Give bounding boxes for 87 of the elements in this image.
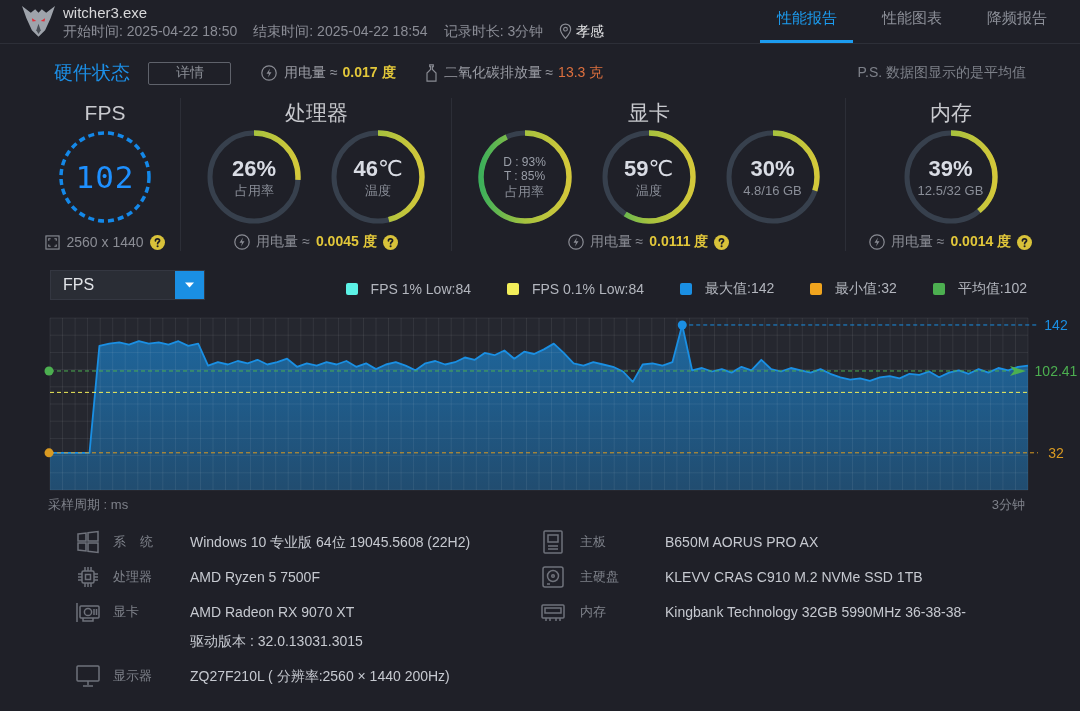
gauge-value: 30% bbox=[750, 155, 795, 182]
location-pin-icon bbox=[559, 22, 573, 40]
spec-label: 显示器 bbox=[113, 667, 153, 685]
gauge-caption: 4.8/16 GB bbox=[743, 181, 802, 199]
section-title: FPS bbox=[84, 100, 126, 126]
metric-dropdown[interactable]: FPS bbox=[50, 270, 205, 300]
gauge-caption: 温度 bbox=[365, 181, 391, 199]
legend-label: FPS 1% Low:84 bbox=[370, 281, 471, 297]
tab[interactable]: 降频报告 bbox=[970, 0, 1063, 43]
window-grid-icon bbox=[75, 529, 101, 555]
gauge-value: 59℃ bbox=[623, 155, 674, 182]
lightning-circle-icon bbox=[567, 234, 584, 250]
monitor-icon bbox=[75, 663, 101, 689]
bottle-icon bbox=[425, 64, 437, 82]
legend-label: 平均值:102 bbox=[957, 280, 1027, 298]
details-button[interactable]: 详情 bbox=[148, 61, 231, 85]
gauge-caption: 占用率 bbox=[234, 181, 274, 199]
help-icon[interactable] bbox=[149, 234, 165, 250]
fps-value: 102 bbox=[75, 160, 135, 194]
meta-text: 记录时长: 3分钟 bbox=[443, 21, 544, 41]
gauge-value: 39% bbox=[928, 155, 973, 182]
resolution-text: 2560 x 1440 bbox=[66, 234, 144, 250]
stat-value: 0.017 度 bbox=[342, 64, 396, 82]
spec-value: B650M AORUS PRO AX bbox=[665, 533, 819, 552]
power-value: 0.0014 度 bbox=[950, 233, 1012, 251]
spec-label: 处理器 bbox=[113, 568, 153, 586]
circuit-board-icon bbox=[540, 529, 566, 555]
power-value: 0.0111 度 bbox=[649, 233, 709, 251]
section-title: 内存 bbox=[929, 100, 972, 126]
screen-frame-icon bbox=[45, 234, 61, 250]
spec-value: Kingbank Technology 32GB 5990MHz 36-38-38- bbox=[665, 603, 966, 622]
marker-dot-icon bbox=[44, 366, 54, 376]
legend-label: 最大值:142 bbox=[705, 280, 775, 298]
gauge-value: 26% bbox=[231, 155, 276, 182]
legend-label: FPS 0.1% Low:84 bbox=[531, 281, 645, 297]
y-tick-label: 142 bbox=[1044, 316, 1068, 333]
lightning-circle-icon bbox=[868, 234, 885, 250]
section-title: 显卡 bbox=[627, 100, 670, 126]
wolf-head-icon bbox=[22, 5, 55, 38]
spec-value: 驱动版本 : 32.0.13031.3015 bbox=[190, 632, 363, 651]
meta-text: 结束时间: 2025-04-22 18:54 bbox=[253, 21, 428, 41]
tab[interactable]: 性能报告 bbox=[760, 0, 853, 43]
location-text: 孝感 bbox=[576, 21, 605, 41]
caret-down-icon bbox=[175, 271, 204, 299]
gauge-caption: 温度 bbox=[635, 181, 662, 199]
spec-value: AMD Radeon RX 9070 XT bbox=[190, 603, 356, 622]
power-value: 0.0045 度 bbox=[315, 233, 377, 251]
help-icon[interactable] bbox=[382, 234, 398, 250]
stat-label: 用电量 ≈ bbox=[284, 64, 338, 82]
note-text: P.S. 数据图显示的是平均值 bbox=[857, 64, 1026, 82]
spec-label: 主硬盘 bbox=[580, 568, 620, 586]
arrowhead-icon bbox=[1010, 366, 1026, 376]
section-title: 处理器 bbox=[284, 100, 348, 126]
section-heading: 硬件状态 bbox=[54, 61, 130, 85]
spec-value: KLEVV CRAS C910 M.2 NVMe SSD 1TB bbox=[665, 568, 923, 587]
spec-label: 主板 bbox=[580, 533, 607, 551]
gauge-line: T : 85% bbox=[503, 168, 546, 183]
y-tick-label: 32 bbox=[1048, 444, 1064, 461]
spec-label: 系 统 bbox=[113, 533, 154, 551]
power-label: 用电量 ≈ bbox=[890, 233, 945, 251]
marker-dot-icon bbox=[677, 320, 687, 330]
gauge-value: 46℃ bbox=[353, 155, 403, 182]
tab[interactable]: 性能图表 bbox=[865, 0, 958, 43]
y-tick-label: 102.41 bbox=[1034, 363, 1078, 379]
process-name: witcher3.exe bbox=[63, 2, 149, 22]
spec-label: 显卡 bbox=[113, 603, 140, 621]
gauge-caption: 占用率 bbox=[505, 182, 544, 200]
x-tick-label: 3分钟 bbox=[991, 497, 1025, 512]
lightning-circle-icon bbox=[261, 65, 277, 81]
spec-label: 内存 bbox=[580, 603, 607, 621]
spec-value: AMD Ryzen 5 7500F bbox=[190, 568, 320, 587]
lightning-circle-icon bbox=[234, 234, 251, 250]
gauge-caption: 12.5/32 GB bbox=[917, 181, 984, 199]
stat-value: 13.3 克 bbox=[558, 64, 604, 82]
axis-title: 采样周期 : ms bbox=[48, 497, 129, 512]
legend-label: 最小值:32 bbox=[835, 280, 897, 298]
power-label: 用电量 ≈ bbox=[589, 233, 644, 251]
help-icon[interactable] bbox=[714, 234, 730, 250]
stat-label: 二氧化碳排放量 ≈ bbox=[443, 64, 554, 82]
meta-text: 开始时间: 2025-04-22 18:50 bbox=[63, 21, 238, 41]
marker-dot-icon bbox=[44, 448, 54, 458]
power-label: 用电量 ≈ bbox=[256, 233, 310, 251]
help-icon[interactable] bbox=[1017, 234, 1033, 250]
spec-value: Windows 10 专业版 64位 19045.5608 (22H2) bbox=[190, 533, 471, 552]
chip-icon bbox=[75, 564, 101, 590]
gauge-line: D : 93% bbox=[503, 154, 546, 169]
spec-value: ZQ27F210L ( 分辨率:2560 × 1440 200Hz) bbox=[190, 667, 450, 686]
